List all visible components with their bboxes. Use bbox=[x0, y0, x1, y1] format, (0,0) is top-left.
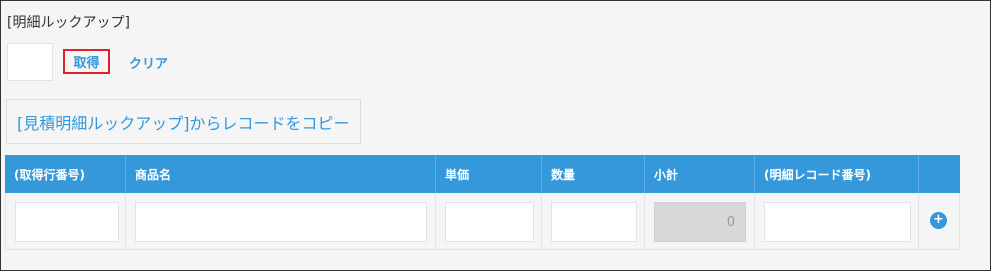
product-name-input[interactable] bbox=[135, 202, 427, 242]
column-header-fetch-row-no: (取得行番号) bbox=[5, 155, 126, 193]
column-header-unit-price: 単価 bbox=[436, 155, 542, 193]
subtotal-value: 0 bbox=[654, 202, 746, 242]
column-header-subtotal: 小計 bbox=[645, 155, 755, 193]
column-header-detail-record-no: (明細レコード番号) bbox=[755, 155, 919, 193]
column-header-product-name: 商品名 bbox=[126, 155, 436, 193]
cell-detail-record-no bbox=[755, 193, 919, 250]
unit-price-input[interactable] bbox=[445, 202, 534, 242]
copy-records-button[interactable]: [見積明細ルックアップ]からレコードをコピー bbox=[6, 99, 361, 144]
table-header: (取得行番号) 商品名 単価 数量 小計 (明細レコード番号) bbox=[5, 155, 960, 193]
fetch-row-no-input[interactable] bbox=[15, 202, 119, 242]
quantity-input[interactable] bbox=[551, 202, 637, 242]
cell-quantity bbox=[542, 193, 645, 250]
cell-fetch-row-no bbox=[5, 193, 126, 250]
column-header-quantity: 数量 bbox=[542, 155, 645, 193]
table-row: 0 bbox=[5, 193, 960, 250]
cell-product-name bbox=[126, 193, 436, 250]
lookup-input[interactable] bbox=[7, 43, 53, 81]
cell-subtotal: 0 bbox=[645, 193, 755, 250]
column-header-actions bbox=[919, 155, 960, 193]
cell-unit-price bbox=[436, 193, 542, 250]
clear-link[interactable]: クリア bbox=[129, 53, 168, 72]
copy-records-label: [見積明細ルックアップ]からレコードをコピー bbox=[17, 113, 350, 133]
detail-record-no-input[interactable] bbox=[764, 202, 911, 242]
get-button[interactable]: 取得 bbox=[63, 49, 110, 74]
lookup-field-label: [明細ルックアップ] bbox=[7, 15, 130, 31]
plus-circle-icon[interactable]: + bbox=[930, 212, 947, 229]
